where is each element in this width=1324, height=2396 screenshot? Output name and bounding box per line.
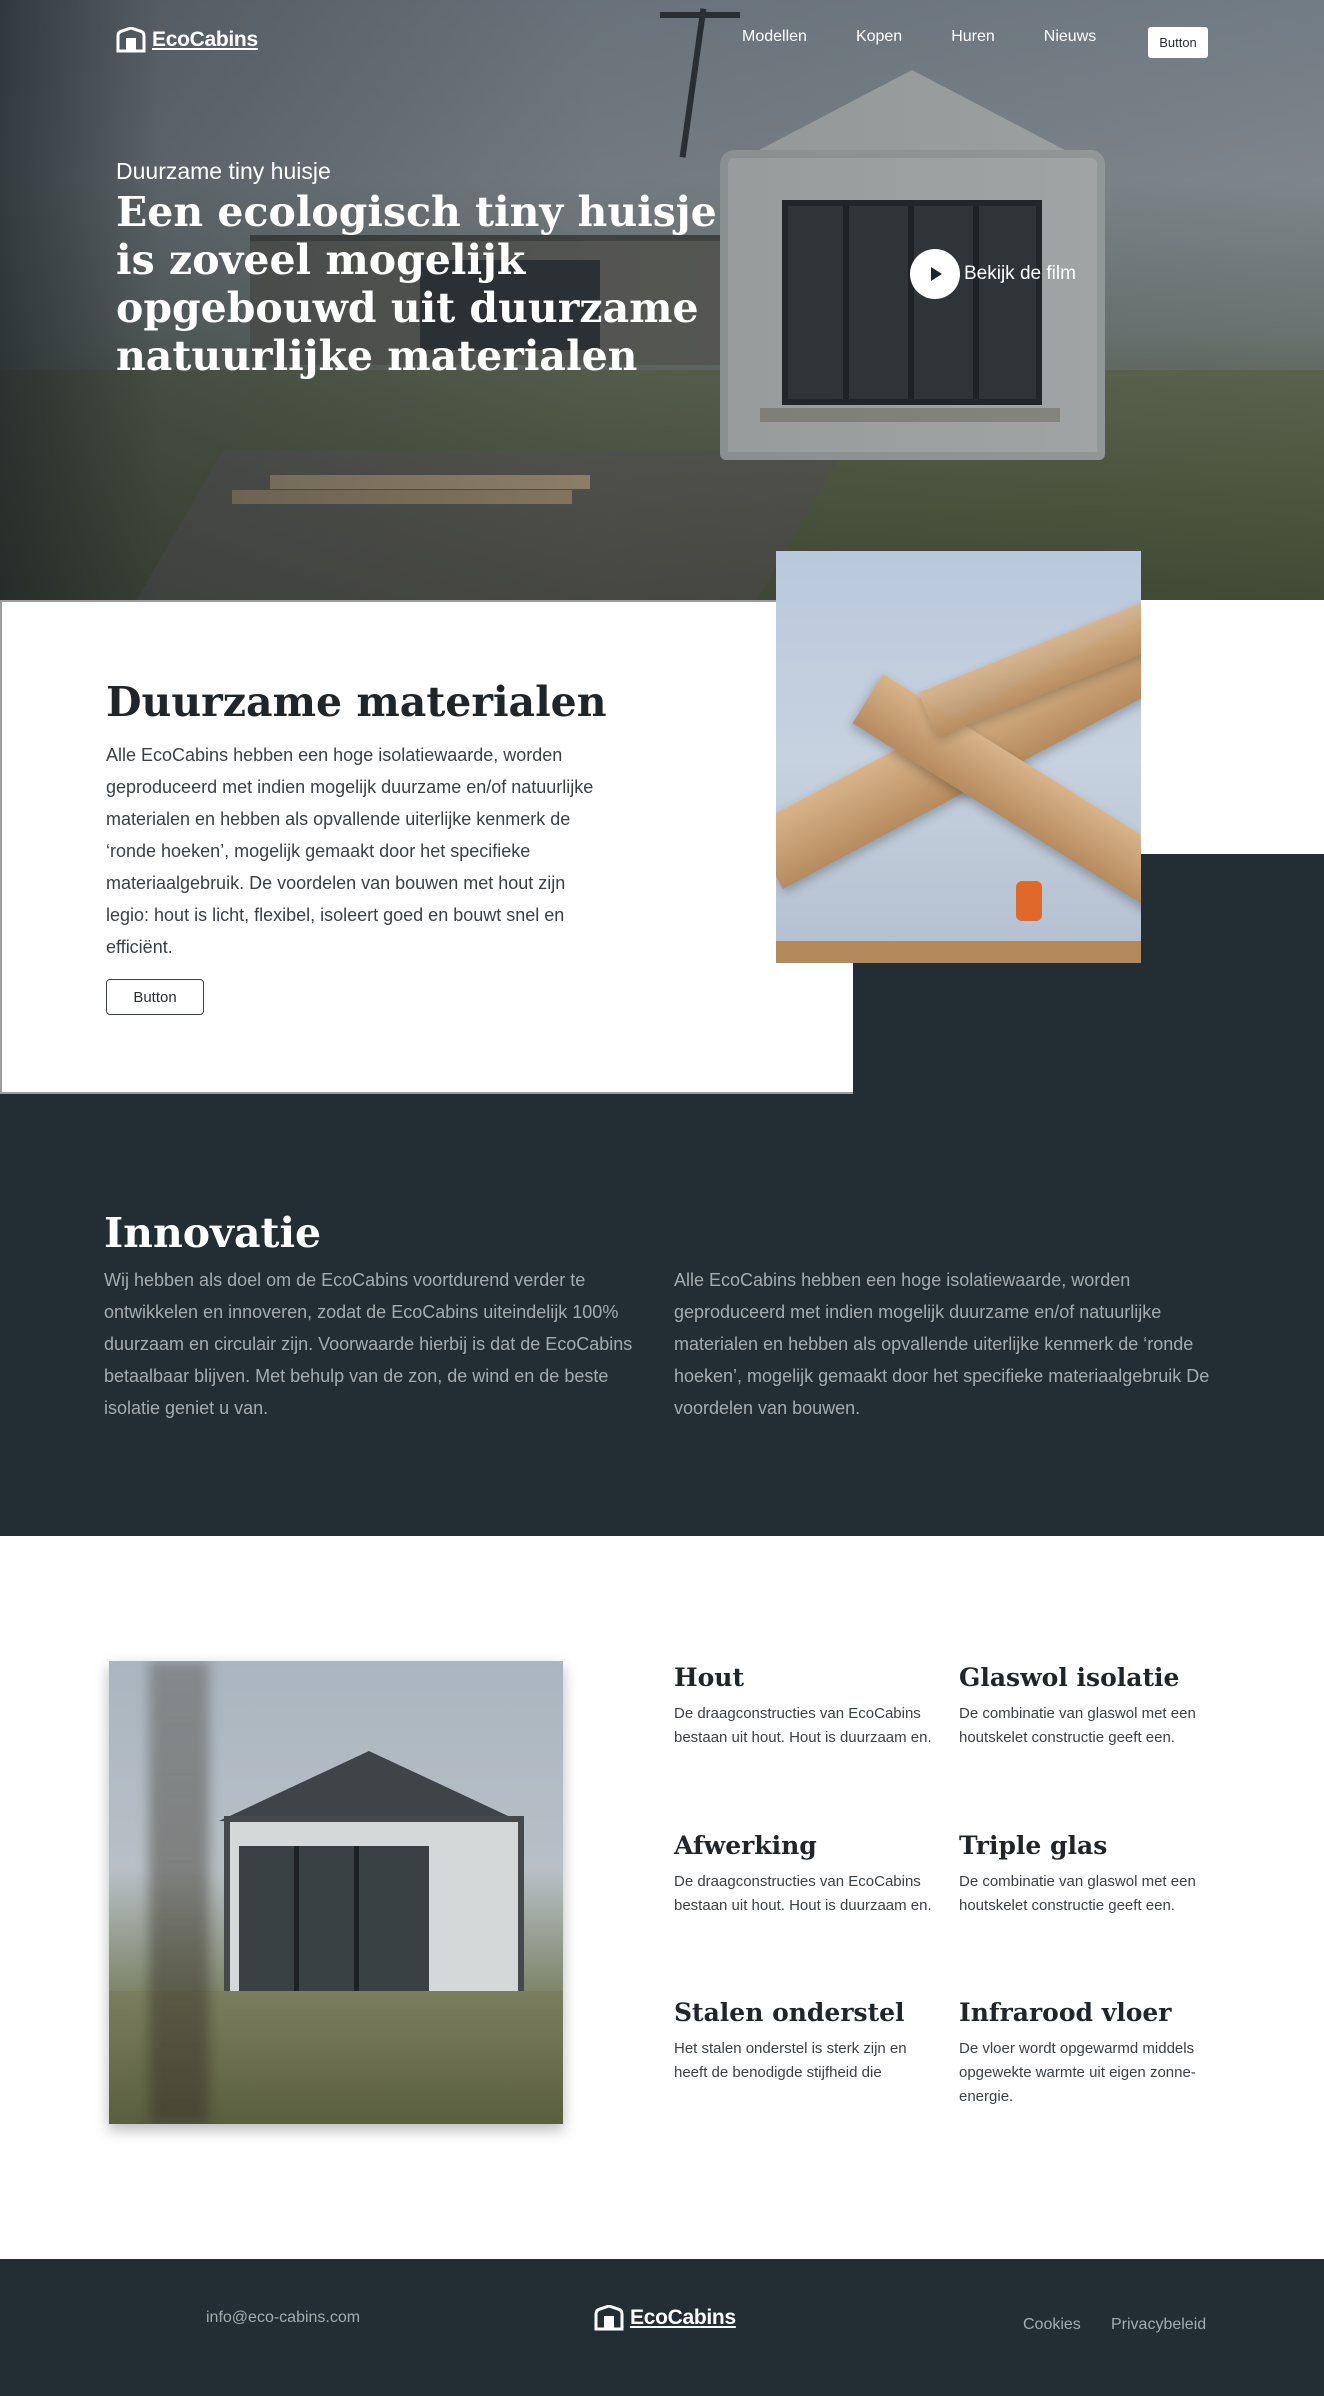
play-icon [910,249,960,299]
materials-button[interactable]: Button [106,979,204,1015]
materials-card: Duurzame materialen Alle EcoCabins hebbe… [0,600,853,1094]
nav-links: Modellen Kopen Huren Nieuws [742,28,1096,46]
top-navigation: EcoCabins Modellen Kopen Huren Nieuws Bu… [0,0,1324,80]
footer-logo-text: EcoCabins [630,2306,736,2329]
feature-title: Afwerking [674,1831,817,1860]
materials-text: Alle EcoCabins hebben een hoge isolatiew… [106,745,594,957]
feature-stalen-onderstel: Stalen onderstel Het stalen onderstel is… [674,1998,934,2085]
feature-title: Hout [674,1663,745,1692]
innovation-section: Innovatie Wij hebben als doel om de EcoC… [0,1094,1324,1536]
logo[interactable]: EcoCabins [116,26,258,53]
feature-text: De combinatie van glaswol met een houtsk… [959,1873,1196,1914]
footer-email-link[interactable]: info@eco-cabins.com [206,2309,360,2327]
feature-title: Stalen onderstel [674,1998,905,2027]
nav-cta-button[interactable]: Button [1148,27,1208,58]
feature-title: Triple glas [959,1831,1108,1860]
feature-text: De draagconstructies van EcoCabins besta… [674,1873,932,1914]
cabin-photo [109,1661,563,2124]
feature-glaswol-isolatie: Glaswol isolatie De combinatie van glasw… [959,1663,1219,1750]
footer-link-cookies[interactable]: Cookies [1023,2316,1081,2334]
cabin-logo-icon [116,26,146,53]
innovation-title: Innovatie [104,1209,322,1257]
feature-text: De combinatie van glaswol met een houtsk… [959,1705,1196,1746]
feature-hout: Hout De draagconstructies van EcoCabins … [674,1663,934,1750]
feature-text: Het stalen onderstel is sterk zijn en he… [674,2040,907,2081]
innovation-right-text: Alle EcoCabins hebben een hoge isolatiew… [674,1270,1210,1418]
hero-title: Een ecologisch tiny huisje is zoveel mog… [116,188,717,380]
logo-text: EcoCabins [152,28,258,51]
innovation-left-text: Wij hebben als doel om de EcoCabins voor… [104,1270,633,1418]
hero-kicker: Duurzame tiny huisje [116,158,331,184]
feature-text: De draagconstructies van EcoCabins besta… [674,1705,932,1746]
hero-section: EcoCabins Modellen Kopen Huren Nieuws Bu… [0,0,1324,600]
watch-film-label: Bekijk de film [964,263,1076,284]
features-section: Hout De draagconstructies van EcoCabins … [0,1536,1324,2259]
footer-link-privacybeleid[interactable]: Privacybeleid [1111,2316,1206,2334]
nav-link-kopen[interactable]: Kopen [856,28,902,46]
footer-logo[interactable]: EcoCabins [594,2304,736,2331]
feature-afwerking: Afwerking De draagconstructies van EcoCa… [674,1831,934,1918]
nav-link-modellen[interactable]: Modellen [742,28,807,46]
watch-film-button[interactable]: Bekijk de film [910,249,1076,299]
nav-link-huren[interactable]: Huren [951,28,995,46]
feature-title: Glaswol isolatie [959,1663,1180,1692]
nav-link-nieuws[interactable]: Nieuws [1044,28,1096,46]
materials-section: Duurzame materialen Alle EcoCabins hebbe… [0,551,1324,1094]
feature-triple-glas: Triple glas De combinatie van glaswol me… [959,1831,1219,1918]
feature-text: De vloer wordt opgewarmd middels opgewek… [959,2040,1196,2105]
timber-construction-photo [776,551,1141,963]
cabin-logo-icon [594,2304,624,2331]
feature-infrarood-vloer: Infrarood vloer De vloer wordt opgewarmd… [959,1998,1219,2109]
feature-title: Infrarood vloer [959,1998,1172,2027]
footer: info@eco-cabins.com EcoCabins Cookies Pr… [0,2259,1324,2396]
materials-title: Duurzame materialen [106,678,607,726]
